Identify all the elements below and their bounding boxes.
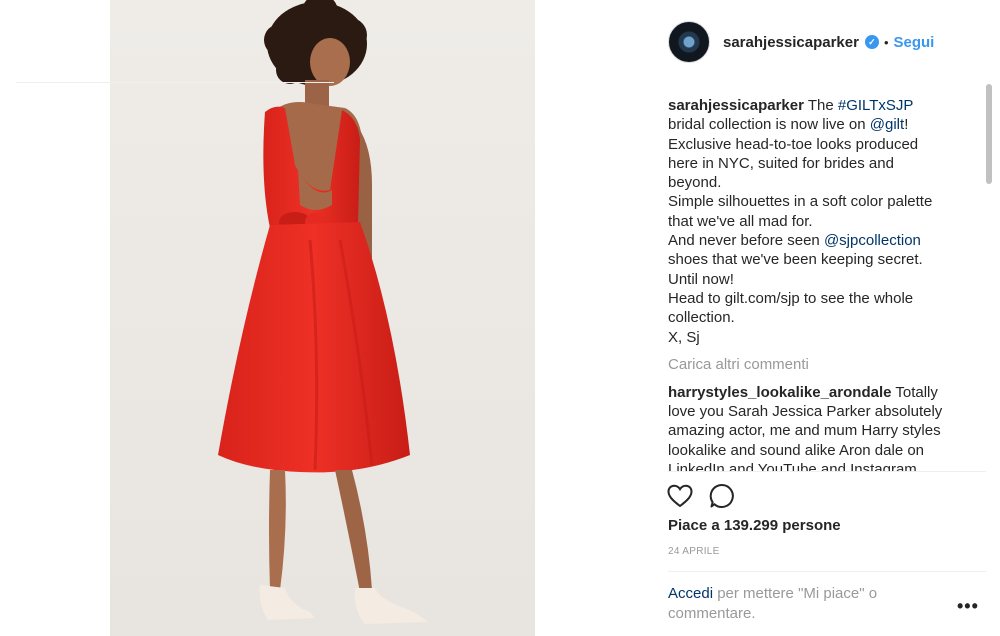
caption-text: Exclusive head-to-toe looks produced bbox=[668, 135, 919, 153]
caption-text: that we've all mad for. bbox=[668, 212, 813, 230]
heart-icon[interactable] bbox=[666, 482, 694, 510]
caption-text: Until now! bbox=[668, 270, 734, 288]
caption-text: Simple silhouettes in a soft color palet… bbox=[668, 193, 933, 211]
caption-text: collection. bbox=[668, 309, 735, 327]
login-prompt-text: commentare. bbox=[668, 604, 756, 622]
mention-gilt-link[interactable]: @gilt bbox=[870, 116, 904, 133]
login-prompt-text: per mettere "Mi piace" o bbox=[713, 585, 878, 602]
caption-text: X, Sj bbox=[668, 328, 700, 346]
header-username[interactable]: sarahjessicaparker bbox=[723, 34, 859, 51]
caption-text: shoes that we've been keeping secret. bbox=[668, 251, 923, 269]
comment-username[interactable]: harrystyles_lookalike_arondale bbox=[668, 384, 891, 401]
woman-in-red-dress-photo bbox=[110, 0, 535, 636]
comment-text: amazing actor, me and mum Harry styles bbox=[668, 422, 941, 440]
avatar[interactable] bbox=[668, 21, 710, 63]
post-header: sarahjessicaparker ✓ • Segui bbox=[668, 18, 986, 66]
verified-icon: ✓ bbox=[864, 35, 879, 49]
login-prompt: Accedi per mettere "Mi piace" o commenta… bbox=[668, 584, 928, 623]
divider bbox=[16, 82, 334, 83]
caption-username[interactable]: sarahjessicaparker bbox=[668, 97, 804, 114]
comments-list[interactable]: sarahjessicaparker The #GILTxSJP bridal … bbox=[668, 96, 990, 471]
comment-item: harrystyles_lookalike_arondale Totally l… bbox=[668, 383, 990, 471]
divider bbox=[668, 471, 986, 472]
post-date[interactable]: 24 APRILE bbox=[668, 546, 720, 557]
separator-dot: • bbox=[883, 34, 889, 50]
caption-text: bridal collection is now live on bbox=[668, 116, 870, 134]
caption-text: The bbox=[807, 97, 838, 114]
post-image[interactable] bbox=[110, 0, 535, 636]
follow-button[interactable]: Segui bbox=[894, 34, 935, 51]
scrollbar-thumb[interactable] bbox=[986, 84, 992, 184]
likes-count[interactable]: Piace a 139.299 persone bbox=[668, 517, 841, 534]
more-options-button[interactable]: ••• bbox=[957, 597, 979, 615]
mention-sjpcollection-link[interactable]: @sjpcollection bbox=[824, 232, 921, 249]
load-more-comments-button[interactable]: Carica altri commenti bbox=[668, 355, 990, 374]
caption-text: And never before seen bbox=[668, 232, 824, 250]
login-link[interactable]: Accedi bbox=[668, 585, 713, 602]
comment-icon[interactable] bbox=[708, 482, 736, 510]
comment-text: love you Sarah Jessica Parker absolutely bbox=[668, 403, 943, 421]
comment-text: Totally bbox=[895, 383, 938, 401]
action-bar bbox=[666, 480, 866, 512]
caption-text: Head to gilt.com/sjp to see the whole bbox=[668, 289, 914, 307]
comment-text: LinkedIn and YouTube and Instagram bbox=[668, 461, 917, 471]
caption-text: beyond. bbox=[668, 174, 722, 192]
hashtag-link[interactable]: #GILTxSJP bbox=[838, 97, 914, 114]
caption-text: ! bbox=[904, 116, 909, 134]
comment-text: lookalike and sound alike Aron dale on bbox=[668, 441, 925, 459]
caption: sarahjessicaparker The #GILTxSJP bridal … bbox=[668, 96, 990, 347]
caption-text: here in NYC, suited for brides and bbox=[668, 154, 894, 172]
divider bbox=[668, 571, 986, 572]
